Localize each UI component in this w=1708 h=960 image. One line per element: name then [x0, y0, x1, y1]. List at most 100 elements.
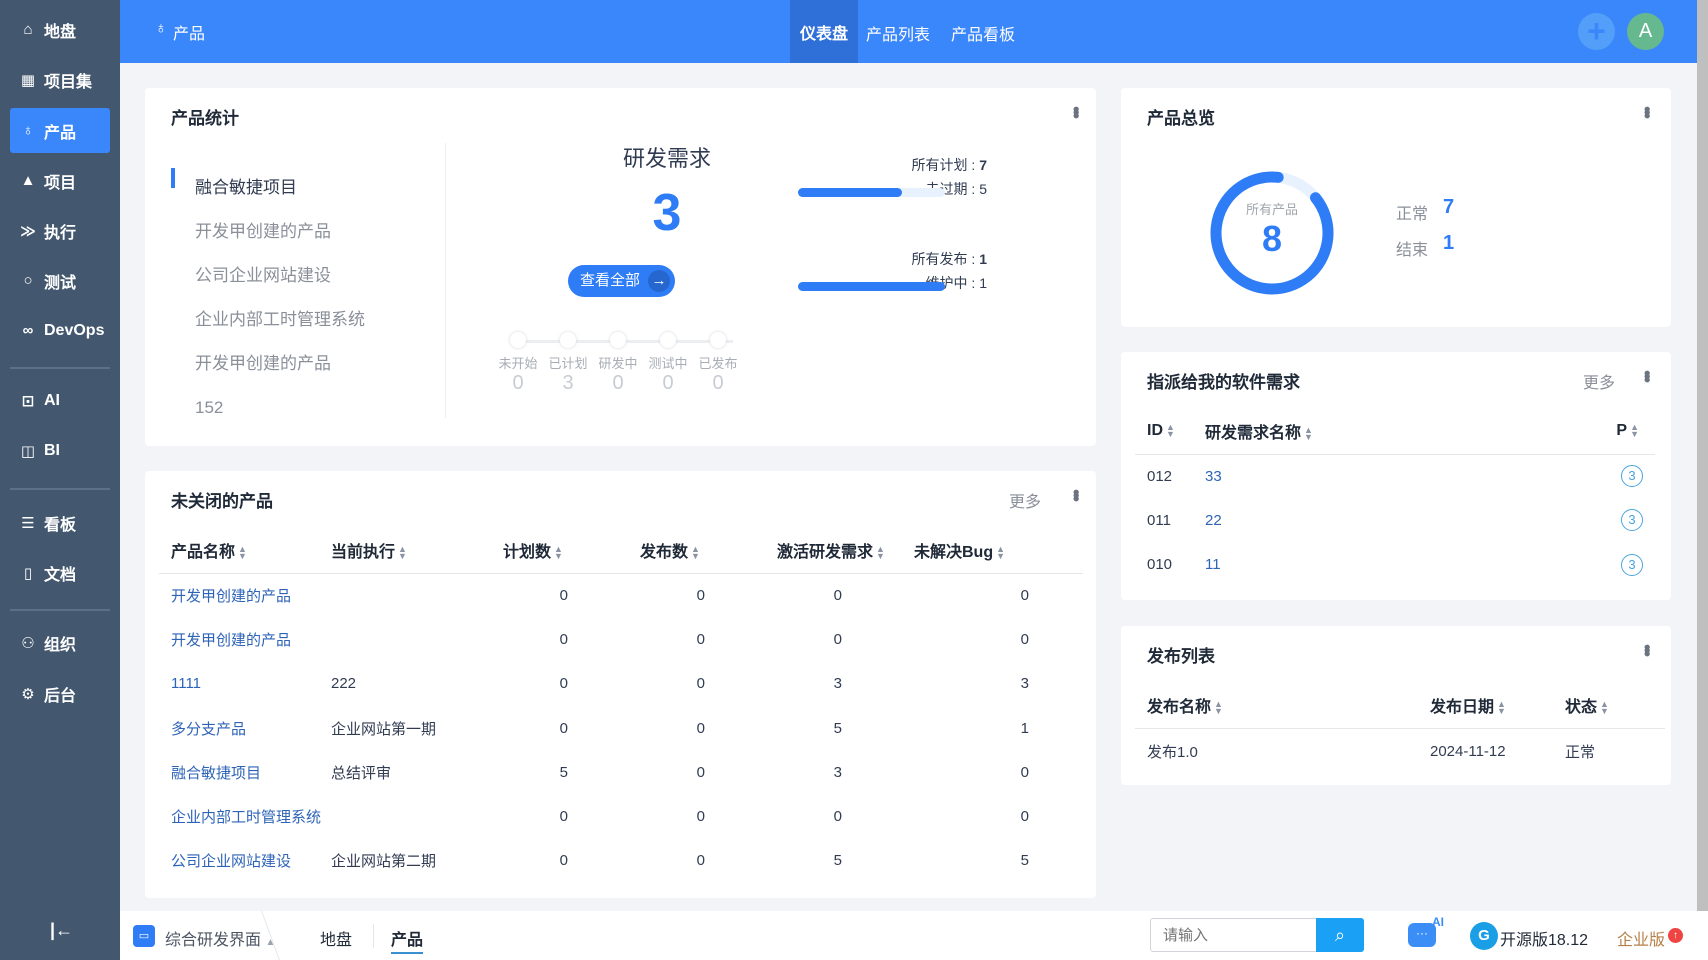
view-all-button[interactable]: 查看全部 → — [568, 265, 675, 297]
more-link[interactable]: 更多 — [1583, 369, 1615, 393]
cell-release-count: 0 — [696, 630, 705, 648]
card-title: 产品统计 — [171, 109, 239, 128]
sidebar-item-doc[interactable]: ▯ 文档 — [10, 550, 110, 595]
sidebar-item-project[interactable]: ▲ 项目 — [10, 158, 110, 203]
cell-plan-count: 0 — [559, 852, 568, 870]
sidebar-item-product[interactable]: ♁ 产品 — [10, 108, 110, 153]
story-link[interactable]: 11 — [1205, 556, 1221, 573]
cell-active-stories: 3 — [833, 675, 842, 693]
closed-label: 结束 — [1396, 242, 1429, 259]
search-input[interactable] — [1150, 918, 1317, 952]
collapse-sidebar-icon[interactable]: |← — [50, 920, 73, 941]
sort-icon: ▲ ▼ — [1214, 698, 1223, 716]
more-link[interactable]: 更多 — [1009, 488, 1041, 512]
stage-steps: 未开始 0 已计划 3 研发中 0 测试中 0 已发布 0 — [493, 332, 763, 412]
arrow-right-icon: → — [648, 270, 670, 292]
crumb-home[interactable]: 地盘 — [320, 926, 352, 950]
product-list-item[interactable]: 开发甲创建的产品 — [195, 342, 365, 386]
table-row[interactable]: 发布1.0 2024-11-12 正常 — [1135, 728, 1665, 774]
sidebar-item-kanban[interactable]: ☰ 看板 — [10, 500, 110, 545]
sidebar-item-program[interactable]: ▦ 项目集 — [10, 57, 110, 102]
more-options-icon[interactable]: ••• — [1065, 106, 1086, 116]
sidebar-item-test[interactable]: ○ 测试 — [10, 258, 110, 303]
stage-value: 0 — [612, 372, 624, 394]
workspace-switcher[interactable]: 综合研发界面 ▲ — [165, 926, 275, 950]
search-button[interactable]: ⌕ — [1316, 918, 1364, 952]
product-link[interactable]: 公司企业网站建设 — [171, 853, 291, 870]
product-link[interactable]: 开发甲创建的产品 — [171, 588, 291, 605]
sort-icon: ▲ ▼ — [1600, 698, 1609, 716]
stage-label: 未开始 — [498, 356, 538, 371]
column-header-status[interactable]: 状态 ▲ ▼ — [1565, 682, 1665, 729]
column-header-id[interactable]: ID ▲ ▼ — [1135, 408, 1205, 455]
product-list-item[interactable]: 公司企业网站建设 — [195, 254, 365, 298]
product-list-item[interactable]: 152 — [195, 386, 365, 430]
doc-icon: ▯ — [23, 564, 33, 582]
unclosed-products-table: 产品名称 ▲ ▼ 当前执行 ▲ ▼ 计划数 ▲ ▼ 发布数 ▲ ▼ 激活研发需求 ▲ ▼ 未解决Bug ▲ ▼ 开… — [159, 527, 1083, 883]
more-options-icon[interactable]: ••• — [1636, 644, 1657, 654]
card-title: 发布列表 — [1147, 647, 1215, 666]
column-header-release-count[interactable]: 发布数 ▲ ▼ — [640, 527, 777, 574]
priority-badge: 3 — [1621, 465, 1643, 488]
product-list-item[interactable]: 开发甲创建的产品 — [195, 210, 365, 254]
story-link[interactable]: 33 — [1205, 468, 1222, 485]
divider — [445, 143, 446, 418]
sidebar-item-admin[interactable]: ⚙ 后台 — [10, 671, 110, 716]
product-list-item[interactable]: 企业内部工时管理系统 — [195, 298, 365, 342]
sidebar-item-org[interactable]: ⚇ 组织 — [10, 620, 110, 665]
normal-label: 正常 — [1396, 206, 1429, 223]
product-link[interactable]: 多分支产品 — [171, 721, 246, 738]
sidebar-divider — [10, 367, 110, 369]
table-row: 012 33 3 — [1135, 454, 1655, 498]
sort-icon: ▲ ▼ — [996, 543, 1006, 561]
column-header-current-execution[interactable]: 当前执行 ▲ ▼ — [331, 527, 503, 574]
column-header-open-bugs[interactable]: 未解决Bug ▲ ▼ — [914, 527, 1083, 574]
more-options-icon[interactable]: ••• — [1636, 106, 1657, 116]
more-options-icon[interactable]: ••• — [1636, 370, 1657, 380]
column-header-release-date[interactable]: 发布日期 ▲ ▼ — [1430, 682, 1565, 729]
sort-icon: ▲ ▼ — [398, 543, 407, 561]
enterprise-link[interactable]: 企业版 — [1617, 926, 1665, 950]
column-header-plan-count[interactable]: 计划数 ▲ ▼ — [503, 527, 640, 574]
product-link[interactable]: 融合敏捷项目 — [171, 765, 261, 782]
product-overview-card: 产品总览 ••• 所有产品 8 正常 7 结束 1 — [1121, 88, 1671, 327]
product-link[interactable]: 企业内部工时管理系统 — [171, 809, 321, 826]
scrollbar[interactable] — [1697, 0, 1708, 911]
sidebar: ⌂ 地盘 ▦ 项目集 ♁ 产品 ▲ 项目 ≫ 执行 ○ 测试 ∞ DevOps ⊡ AI ◫ BI… — [0, 0, 120, 960]
column-header-priority[interactable]: P ▲ ▼ — [1536, 408, 1655, 455]
cell-open-bugs: 5 — [1020, 852, 1029, 870]
crumb-product[interactable]: 产品 — [391, 926, 424, 954]
product-link[interactable]: 1111 — [171, 675, 201, 692]
more-options-icon[interactable]: ••• — [1065, 489, 1086, 499]
sidebar-item-ai[interactable]: ⊡ AI — [10, 378, 110, 423]
cell-current-execution — [331, 794, 503, 838]
sort-icon: ▲ ▼ — [1630, 421, 1639, 439]
tab-product-kanban[interactable]: 产品看板 — [951, 21, 1015, 45]
stage-dot — [660, 332, 676, 348]
column-header-name[interactable]: 研发需求名称 ▲ ▼ — [1205, 408, 1537, 455]
column-header-product-name[interactable]: 产品名称 ▲ ▼ — [159, 527, 331, 574]
story-id: 012 — [1147, 467, 1173, 485]
table-row: 1111 222 0 0 3 3 — [159, 662, 1083, 706]
plan-progress-fill — [798, 188, 903, 197]
story-link[interactable]: 22 — [1205, 512, 1222, 529]
sidebar-item-bi[interactable]: ◫ BI — [10, 428, 110, 473]
column-header-active-stories[interactable]: 激活研发需求 ▲ ▼ — [777, 527, 914, 574]
sidebar-item-home[interactable]: ⌂ 地盘 — [10, 7, 110, 52]
tab-product-list[interactable]: 产品列表 — [866, 21, 930, 45]
add-icon[interactable]: + — [1578, 13, 1615, 50]
product-link[interactable]: 开发甲创建的产品 — [171, 632, 291, 649]
product-list-item[interactable]: 融合敏捷项目 — [195, 166, 365, 210]
sidebar-item-execution[interactable]: ≫ 执行 — [10, 208, 110, 253]
column-header-release-name[interactable]: 发布名称 ▲ ▼ — [1135, 682, 1430, 729]
avatar[interactable]: A — [1627, 13, 1664, 50]
release-list-card: 发布列表 ••• 发布名称 ▲ ▼ 发布日期 ▲ ▼ 状态 ▲ ▼ 发布1.0 2024-1… — [1121, 626, 1671, 785]
cell-release-count: 0 — [696, 808, 705, 826]
sidebar-divider — [10, 488, 110, 490]
separator — [373, 924, 374, 948]
sort-icon: ▲ ▼ — [691, 543, 700, 561]
tab-dashboard[interactable]: 仪表盘 — [790, 0, 858, 63]
cell-plan-count: 0 — [559, 808, 568, 826]
sidebar-item-devops[interactable]: ∞ DevOps — [10, 308, 110, 353]
ai-badge: AI — [1432, 915, 1444, 929]
